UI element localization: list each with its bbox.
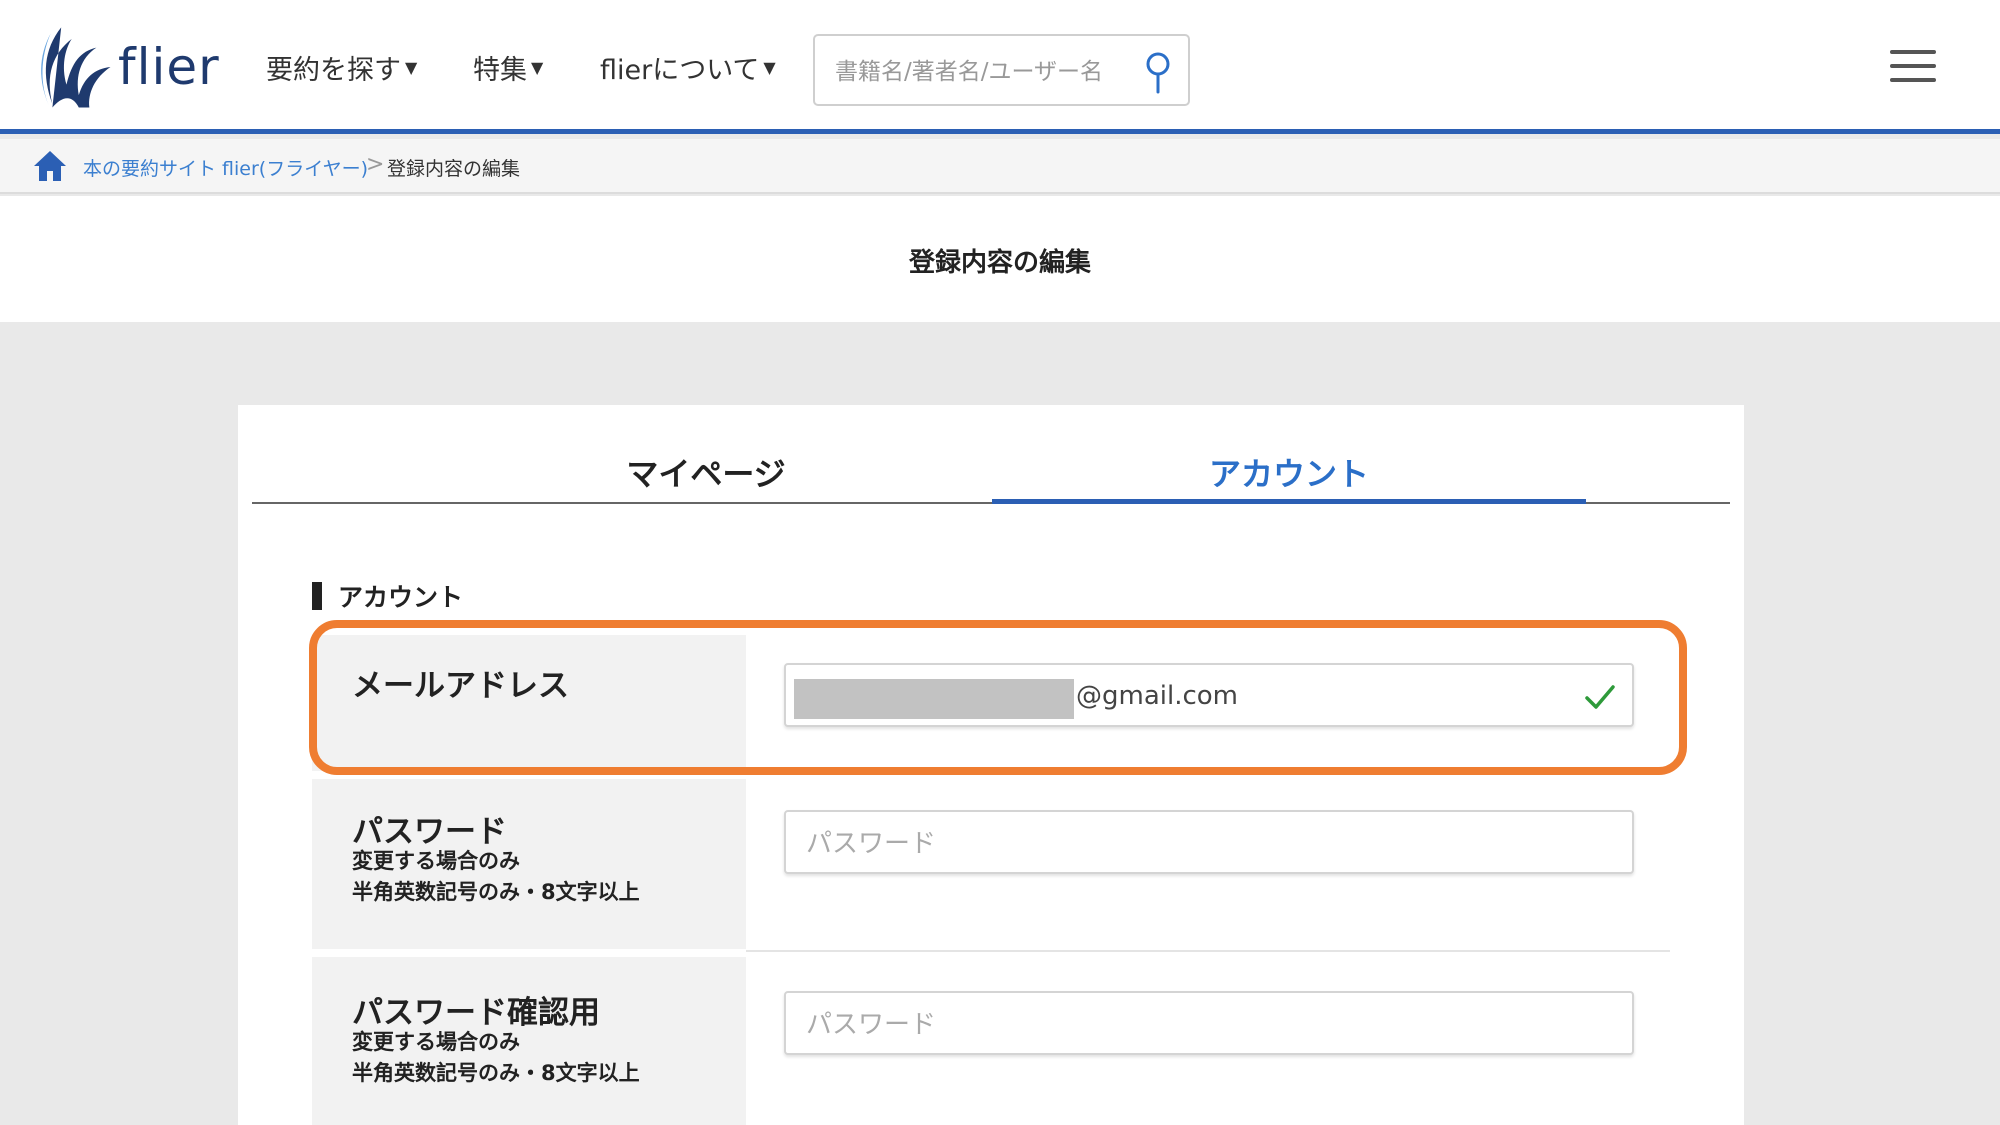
password-confirm-note-requirements: 半角英数記号のみ・8文字以上 xyxy=(352,1061,640,1085)
password-confirm-label: パスワード確認用 xyxy=(352,995,600,1031)
nav-features[interactable]: 特集 ▼ xyxy=(473,48,543,87)
section-heading: アカウント xyxy=(312,578,463,614)
caret-down-icon: ▼ xyxy=(531,58,544,77)
password-note-change-only: 変更する場合のみ xyxy=(352,849,520,873)
site-header: flier 要約を探す ▼ 特集 ▼ flierについて ▼ xyxy=(0,0,2000,134)
email-highlight-box xyxy=(309,620,1687,775)
password-input[interactable] xyxy=(806,827,1566,861)
flier-logo[interactable]: flier xyxy=(26,22,226,112)
tab-account[interactable]: アカウント xyxy=(992,449,1586,495)
nav-about-flier[interactable]: flierについて ▼ xyxy=(600,48,776,87)
tab-mypage[interactable]: マイページ xyxy=(548,449,864,495)
password-confirm-note-change-only: 変更する場合のみ xyxy=(352,1030,520,1054)
caret-down-icon: ▼ xyxy=(763,58,776,77)
caret-down-icon: ▼ xyxy=(405,58,418,77)
search-input[interactable] xyxy=(835,56,1125,88)
password-confirm-input[interactable] xyxy=(806,1008,1566,1042)
nav-find-summaries[interactable]: 要約を探す ▼ xyxy=(266,48,417,87)
nav-label: 特集 xyxy=(473,55,527,86)
password-label: パスワード xyxy=(352,814,507,850)
home-icon[interactable] xyxy=(32,148,68,184)
breadcrumb-separator: > xyxy=(366,152,385,177)
search-box xyxy=(813,34,1190,106)
title-band: 登録内容の編集 xyxy=(0,196,2000,322)
password-field[interactable] xyxy=(784,810,1634,874)
section-heading-text: アカウント xyxy=(338,583,464,612)
search-icon[interactable] xyxy=(1141,50,1175,94)
heading-bar xyxy=(312,582,322,610)
nav-label: flierについて xyxy=(600,55,760,86)
page-title: 登録内容の編集 xyxy=(908,248,1091,278)
breadcrumb-home-link[interactable]: 本の要約サイト flier(フライヤー) xyxy=(83,154,368,181)
menu-icon[interactable] xyxy=(1890,50,1936,84)
flier-logo-icon xyxy=(41,27,111,108)
password-confirm-field[interactable] xyxy=(784,991,1634,1055)
row-divider xyxy=(746,950,1670,952)
nav-label: 要約を探す xyxy=(266,55,401,86)
breadcrumb: 本の要約サイト flier(フライヤー) > 登録内容の編集 xyxy=(0,139,2000,194)
logo-text: flier xyxy=(118,38,220,96)
active-tab-indicator xyxy=(992,499,1586,504)
password-note-requirements: 半角英数記号のみ・8文字以上 xyxy=(352,880,640,904)
breadcrumb-current: 登録内容の編集 xyxy=(387,158,521,180)
